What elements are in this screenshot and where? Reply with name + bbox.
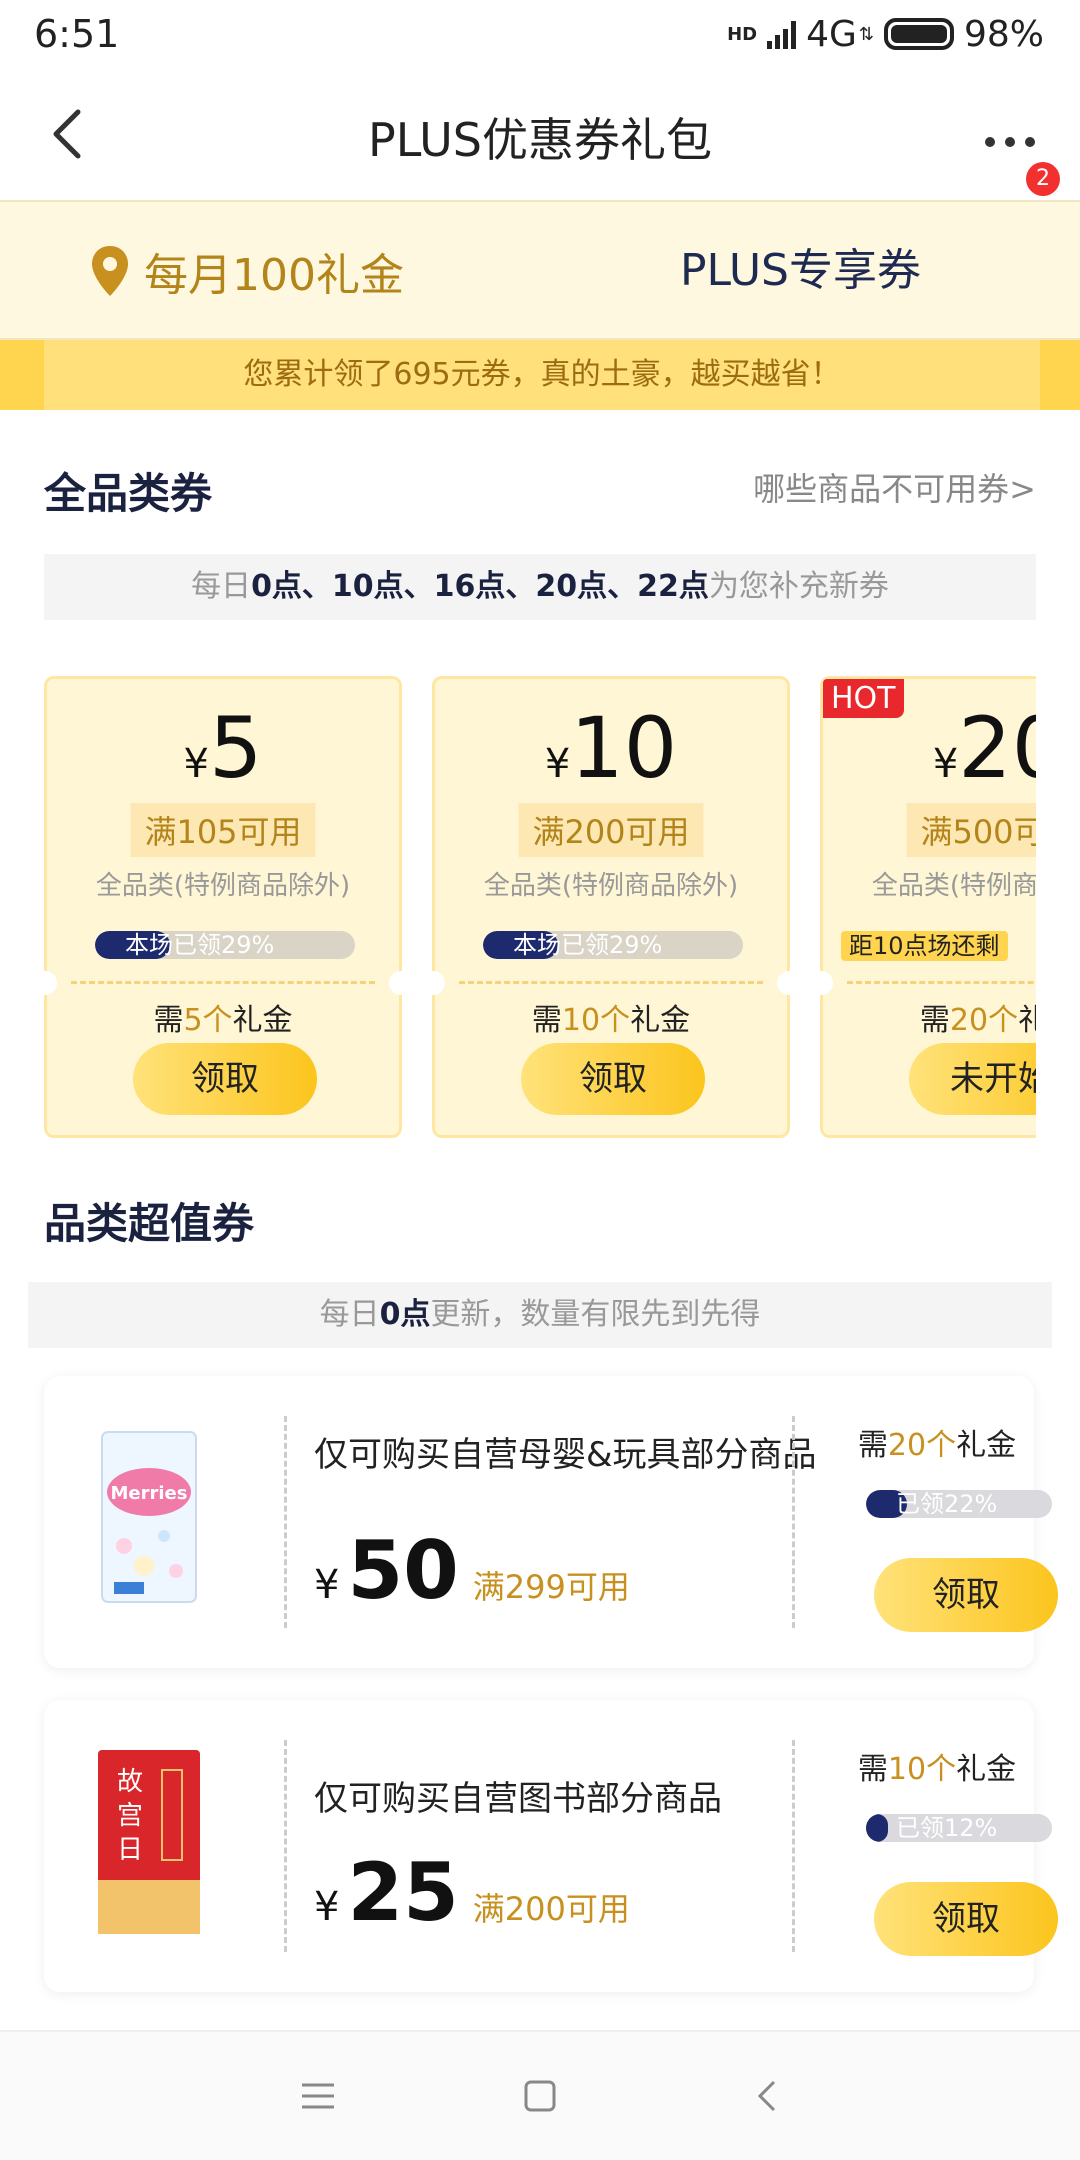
notice-suffix: 为您补充新券 [708,569,889,604]
coupon-scope: 全品类(特例商品除外) [483,871,739,901]
tab-monthly-label: 每月100礼金 [144,250,404,301]
coupon-gift-required: 需5个礼金 [153,1003,293,1038]
home-icon[interactable] [520,2076,560,2116]
signal-icon [767,19,797,49]
status-bar: 6:51 HD 4G ⇅ 98% [0,0,1080,70]
daily-update-notice: 每日0点更新，数量有限先到先得 [28,1282,1052,1348]
refresh-schedule-notice: 每日0点、10点、16点、20点、22点为您补充新券 [44,554,1036,620]
banner-text: 您累计领了695元券，真的土豪，越买越省！ [44,340,1040,410]
coupon-progress-bar: 已领22% [866,1490,1052,1518]
coupon-progress-bar: 已领12% [866,1814,1052,1842]
tab-bar: 每月100礼金 PLUS专享券 [0,200,1080,340]
coupon-condition: 满105可用 [130,803,316,857]
notice-time: 0点 [379,1297,431,1332]
coupon-scope: 全品类(特例商品除外) [95,871,351,901]
svg-text:宫: 宫 [117,1801,143,1831]
notice-suffix: 更新，数量有限先到先得 [430,1297,761,1332]
battery-icon [883,18,954,50]
data-arrows-icon: ⇅ [858,23,874,45]
svg-text:日: 日 [117,1835,143,1865]
coupon-description: 仅可购买自营图书部分商品 [314,1779,722,1819]
claim-button[interactable]: 领取 [521,1043,705,1115]
coupon-price: ¥50 满299可用 [314,1524,630,1617]
section-title-category-deals: 品类超值券 [44,1199,255,1248]
more-dots-icon [985,137,1035,147]
coupon-card: HOT ¥20 满500可用 全品类(特例商品除外) 距10点场还剩 需20个礼… [809,676,1036,1138]
coupon-amount: ¥20 [932,699,1036,797]
product-image-calendar-book: 故 宫 日 [84,1740,214,1940]
battery-percent: 98% [963,13,1044,55]
claim-button[interactable]: 领取 [133,1043,317,1115]
app-header: PLUS优惠券礼包 2 [0,70,1080,200]
coupon-card: ¥5 满105可用 全品类(特例商品除外) 本场已领29% 需5个礼金 领取 [44,676,413,1138]
coupon-action-panel: 需20个礼金 已领22% 领取 [840,1376,1058,1668]
coupon-progress-bar: 本场已领29% [95,931,355,959]
svg-text:Merries: Merries [111,1483,188,1504]
status-time: 6:51 [34,12,120,56]
not-started-button[interactable]: 未开始 [909,1043,1036,1115]
network-label: 4G [806,13,857,55]
coupon-card: ¥10 满200可用 全品类(特例商品除外) 本场已领29% 需10个礼金 领取 [421,676,801,1138]
more-button[interactable] [980,110,1060,170]
coupon-amount: ¥5 [183,699,263,797]
coupon-gift-required: 需10个礼金 [531,1003,691,1038]
product-image-diapers: Merries [84,1416,214,1616]
coupon-gift-required: 需20个礼金 [919,1003,1036,1038]
tab-monthly-gift[interactable]: 每月100礼金 [90,236,404,306]
notice-prefix: 每日 [191,569,252,604]
achievement-banner: 您累计领了695元券，真的土豪，越买越省！ [0,340,1080,410]
category-coupon-card: Merries 仅可购买自营母婴&玩具部分商品 ¥50 满299可用 需20个礼金… [44,1376,1058,1668]
coupon-amount: ¥10 [544,699,678,797]
menu-icon[interactable] [298,2076,338,2116]
svg-text:故: 故 [117,1767,143,1797]
coupon-condition: 满200可用 [518,803,704,857]
category-coupon-card: 故 宫 日 仅可购买自营图书部分商品 ¥25 满200可用 需10个礼金 已领12… [44,1700,1058,1992]
coupon-description: 仅可购买自营母婴&玩具部分商品 [314,1435,817,1475]
notice-times: 0点、10点、16点、20点、22点 [251,569,709,604]
system-nav-bar [0,2030,1080,2160]
coupon-scope: 全品类(特例商品除外) [871,871,1036,901]
tab-plus-exclusive[interactable]: PLUS专享券 [680,236,921,306]
coupon-price: ¥25 满200可用 [314,1846,630,1939]
status-icons: HD 4G ⇅ 98% [727,12,1044,56]
hd-label: HD [727,23,758,45]
coupon-gift-required: 需10个礼金 [857,1752,1017,1787]
countdown-tag: 距10点场还剩 [841,931,1008,961]
coupon-gift-required: 需20个礼金 [857,1428,1017,1463]
coupon-carousel[interactable]: ¥5 满105可用 全品类(特例商品除外) 本场已领29% 需5个礼金 领取 ¥… [44,676,1036,1142]
claim-button[interactable]: 领取 [874,1558,1058,1632]
notification-badge: 2 [1026,162,1060,196]
location-pin-icon [92,246,128,296]
page-title: PLUS优惠券礼包 [368,113,712,167]
coupon-action-panel: 需10个礼金 已领12% 领取 [840,1700,1058,1992]
back-nav-icon[interactable] [748,2076,788,2116]
unavailable-products-link[interactable]: 哪些商品不可用券> [753,464,1036,510]
notice-prefix: 每日 [319,1297,380,1332]
coupon-condition: 满500可用 [906,803,1036,857]
claim-button[interactable]: 领取 [874,1882,1058,1956]
coupon-progress-bar: 本场已领29% [483,931,743,959]
section-title-all-category: 全品类券 [44,469,213,518]
